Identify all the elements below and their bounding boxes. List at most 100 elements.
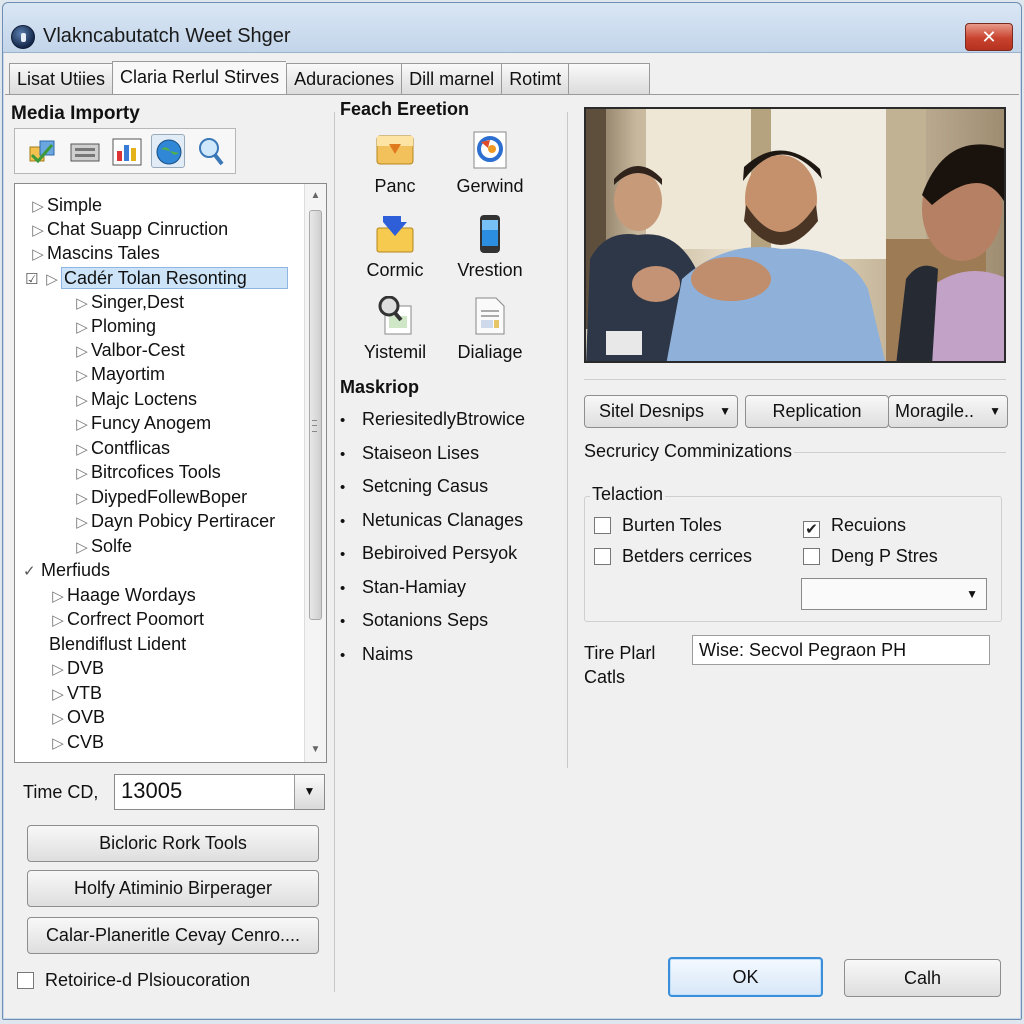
tree-item[interactable]: Blendiflust Lident xyxy=(49,632,186,656)
expand-arrow-icon[interactable]: ▷ xyxy=(49,585,67,609)
tree-item[interactable]: ▷ Contflicas xyxy=(73,436,170,460)
panc-action[interactable]: Panc xyxy=(340,130,450,197)
checkbox-box[interactable] xyxy=(594,517,611,534)
chevron-down-icon[interactable]: ▼ xyxy=(719,396,731,427)
list-item[interactable]: Naims xyxy=(340,644,525,678)
expand-arrow-icon[interactable]: ▷ xyxy=(73,316,91,340)
checkbox-recuions[interactable]: ✔ Recuions xyxy=(803,515,906,538)
replication-button[interactable]: Replication xyxy=(745,395,889,428)
tree-item[interactable]: ▷ Mayortim xyxy=(73,362,165,386)
tree-item[interactable]: ▷ Ploming xyxy=(73,314,156,338)
scroll-up-icon[interactable]: ▲ xyxy=(305,186,326,206)
selection-combo[interactable]: ▼ xyxy=(801,578,987,610)
check-icon[interactable]: ✓ xyxy=(23,560,41,584)
expand-arrow-icon[interactable]: ▷ xyxy=(73,438,91,462)
ok-button[interactable]: OK xyxy=(668,957,823,997)
tree-item[interactable]: ▷ Dayn Pobicy Pertiracer xyxy=(73,509,275,533)
media-tree[interactable]: ▷ Simple ▷ Chat Suapp Cinruction ▷ Mascins … xyxy=(14,183,327,763)
tab-list-utilities[interactable]: Lisat Utiies xyxy=(9,63,113,95)
list-item[interactable]: Sotanions Seps xyxy=(340,610,525,644)
tree-item[interactable]: ▷ DVB xyxy=(49,656,104,680)
expand-arrow-icon[interactable]: ▷ xyxy=(43,268,61,292)
tab-aduraciones[interactable]: Aduraciones xyxy=(286,63,402,95)
expand-arrow-icon[interactable]: ▷ xyxy=(49,609,67,633)
tree-scrollbar[interactable]: ▲ ▼ xyxy=(304,184,326,762)
expand-arrow-icon[interactable]: ▷ xyxy=(73,413,91,437)
checkbox-box[interactable] xyxy=(17,972,34,989)
tree-item[interactable]: ✓ Merfiuds xyxy=(23,558,110,582)
expand-arrow-icon[interactable]: ▷ xyxy=(73,536,91,560)
expand-arrow-icon[interactable]: ▷ xyxy=(73,340,91,364)
checkbox-box[interactable] xyxy=(803,548,820,565)
tree-item[interactable]: ▷ Chat Suapp Cinruction xyxy=(29,217,228,241)
tree-item[interactable]: ▷ Funcy Anogem xyxy=(73,411,211,435)
center-button[interactable]: Calar-Planeritle Cevay Cenro.... xyxy=(27,917,319,954)
checkmark-icon[interactable]: ✔ xyxy=(803,521,820,538)
tree-item[interactable]: ▷ Bitrcofices Tools xyxy=(73,460,221,484)
tree-item[interactable]: ▷ VTB xyxy=(49,681,102,705)
check-icon[interactable]: ☑ xyxy=(25,268,43,292)
list-item[interactable]: Bebiroived Persyok xyxy=(340,543,525,577)
expand-arrow-icon[interactable]: ▷ xyxy=(49,707,67,731)
expand-arrow-icon[interactable]: ▷ xyxy=(49,658,67,682)
yistemil-action[interactable]: Yistemil xyxy=(340,295,450,363)
dialiage-action[interactable]: Dialiage xyxy=(435,296,545,363)
time-combo[interactable]: 13005 ▼ xyxy=(114,774,325,810)
cormic-action[interactable]: Cormic xyxy=(340,214,450,281)
tree-item[interactable]: ▷ Haage Wordays xyxy=(49,583,196,607)
manage-dropdown[interactable]: Moragile.. ▼ xyxy=(888,395,1008,428)
tree-item[interactable]: ▷ Majc Loctens xyxy=(73,387,197,411)
checkbox-betders-cerrices[interactable]: Betders cerrices xyxy=(594,546,752,567)
tree-item[interactable]: ▷ CVB xyxy=(49,730,104,754)
vrestion-action[interactable]: Vrestion xyxy=(435,214,545,281)
tree-item[interactable]: ▷ DiypedFollewBoper xyxy=(73,485,247,509)
tree-item[interactable]: ▷ Solfe xyxy=(73,534,132,558)
expand-arrow-icon[interactable]: ▷ xyxy=(29,195,47,219)
expand-arrow-icon[interactable]: ▷ xyxy=(73,462,91,486)
checkbox-burten-toles[interactable]: Burten Toles xyxy=(594,515,722,536)
tree-item[interactable]: ▷ OVB xyxy=(49,705,105,729)
gerwind-action[interactable]: Gerwind xyxy=(435,130,545,197)
tab-active[interactable]: Claria Rerlul Stirves xyxy=(112,61,287,95)
expand-arrow-icon[interactable]: ▷ xyxy=(73,389,91,413)
list-item[interactable]: ReriesitedlyBtrowice xyxy=(340,409,525,443)
expand-arrow-icon[interactable]: ▷ xyxy=(73,292,91,316)
expand-arrow-icon[interactable]: ▷ xyxy=(49,683,67,707)
tree-item[interactable]: ▷ Valbor-Cest xyxy=(73,338,184,364)
expand-arrow-icon[interactable]: ▷ xyxy=(49,732,67,756)
scroll-down-icon[interactable]: ▼ xyxy=(305,740,326,760)
import-icon[interactable] xyxy=(25,134,59,168)
expand-arrow-icon[interactable]: ▷ xyxy=(73,511,91,535)
close-button[interactable]: ✕ xyxy=(965,23,1013,51)
checkbox-box[interactable] xyxy=(594,548,611,565)
chevron-down-icon[interactable]: ▼ xyxy=(966,587,978,601)
path-input[interactable]: Wise: Secvol Pegraon PH xyxy=(692,635,990,665)
checkbox-deng-stres[interactable]: Deng P Stres xyxy=(803,546,938,567)
scroll-thumb[interactable] xyxy=(309,210,322,620)
title-bar[interactable]: Vlakncabutatch Weet Shger ✕ xyxy=(3,3,1021,53)
tree-item[interactable]: ▷ Corfrect Poomort xyxy=(49,607,204,631)
globe-icon[interactable] xyxy=(151,134,185,168)
expand-arrow-icon[interactable]: ▷ xyxy=(29,219,47,243)
chevron-down-icon[interactable]: ▼ xyxy=(989,396,1001,427)
list-item[interactable]: Netunicas Clanages xyxy=(340,510,525,544)
tree-item[interactable]: ▷ Mascins Tales xyxy=(29,241,160,265)
list-item[interactable]: Setcning Casus xyxy=(340,476,525,510)
scanner-icon[interactable] xyxy=(67,134,101,168)
tab-dill-marnel[interactable]: Dill marnel xyxy=(401,63,502,95)
tree-item-selected[interactable]: ☑ ▷ Cadér Tolan Resonting xyxy=(25,266,288,290)
expand-arrow-icon[interactable]: ▷ xyxy=(29,243,47,267)
chart-icon[interactable] xyxy=(109,134,143,168)
list-item[interactable]: Staiseon Lises xyxy=(340,443,525,477)
magnifier-icon[interactable] xyxy=(193,134,227,168)
registration-checkbox[interactable]: Retoirice-d Plsioucoration xyxy=(17,970,250,991)
tab-rotimt[interactable]: Rotimt xyxy=(501,63,569,95)
tree-item[interactable]: ▷ Singer,Dest xyxy=(73,290,184,314)
expand-arrow-icon[interactable]: ▷ xyxy=(73,487,91,511)
list-item[interactable]: Stan-Hamiay xyxy=(340,577,525,611)
site-designs-dropdown[interactable]: Sitel Desnips ▼ xyxy=(584,395,738,428)
expand-arrow-icon[interactable]: ▷ xyxy=(73,364,91,388)
cancel-button[interactable]: Calh xyxy=(844,959,1001,997)
video-preview[interactable] xyxy=(584,107,1006,363)
chevron-down-icon[interactable]: ▼ xyxy=(294,775,324,809)
